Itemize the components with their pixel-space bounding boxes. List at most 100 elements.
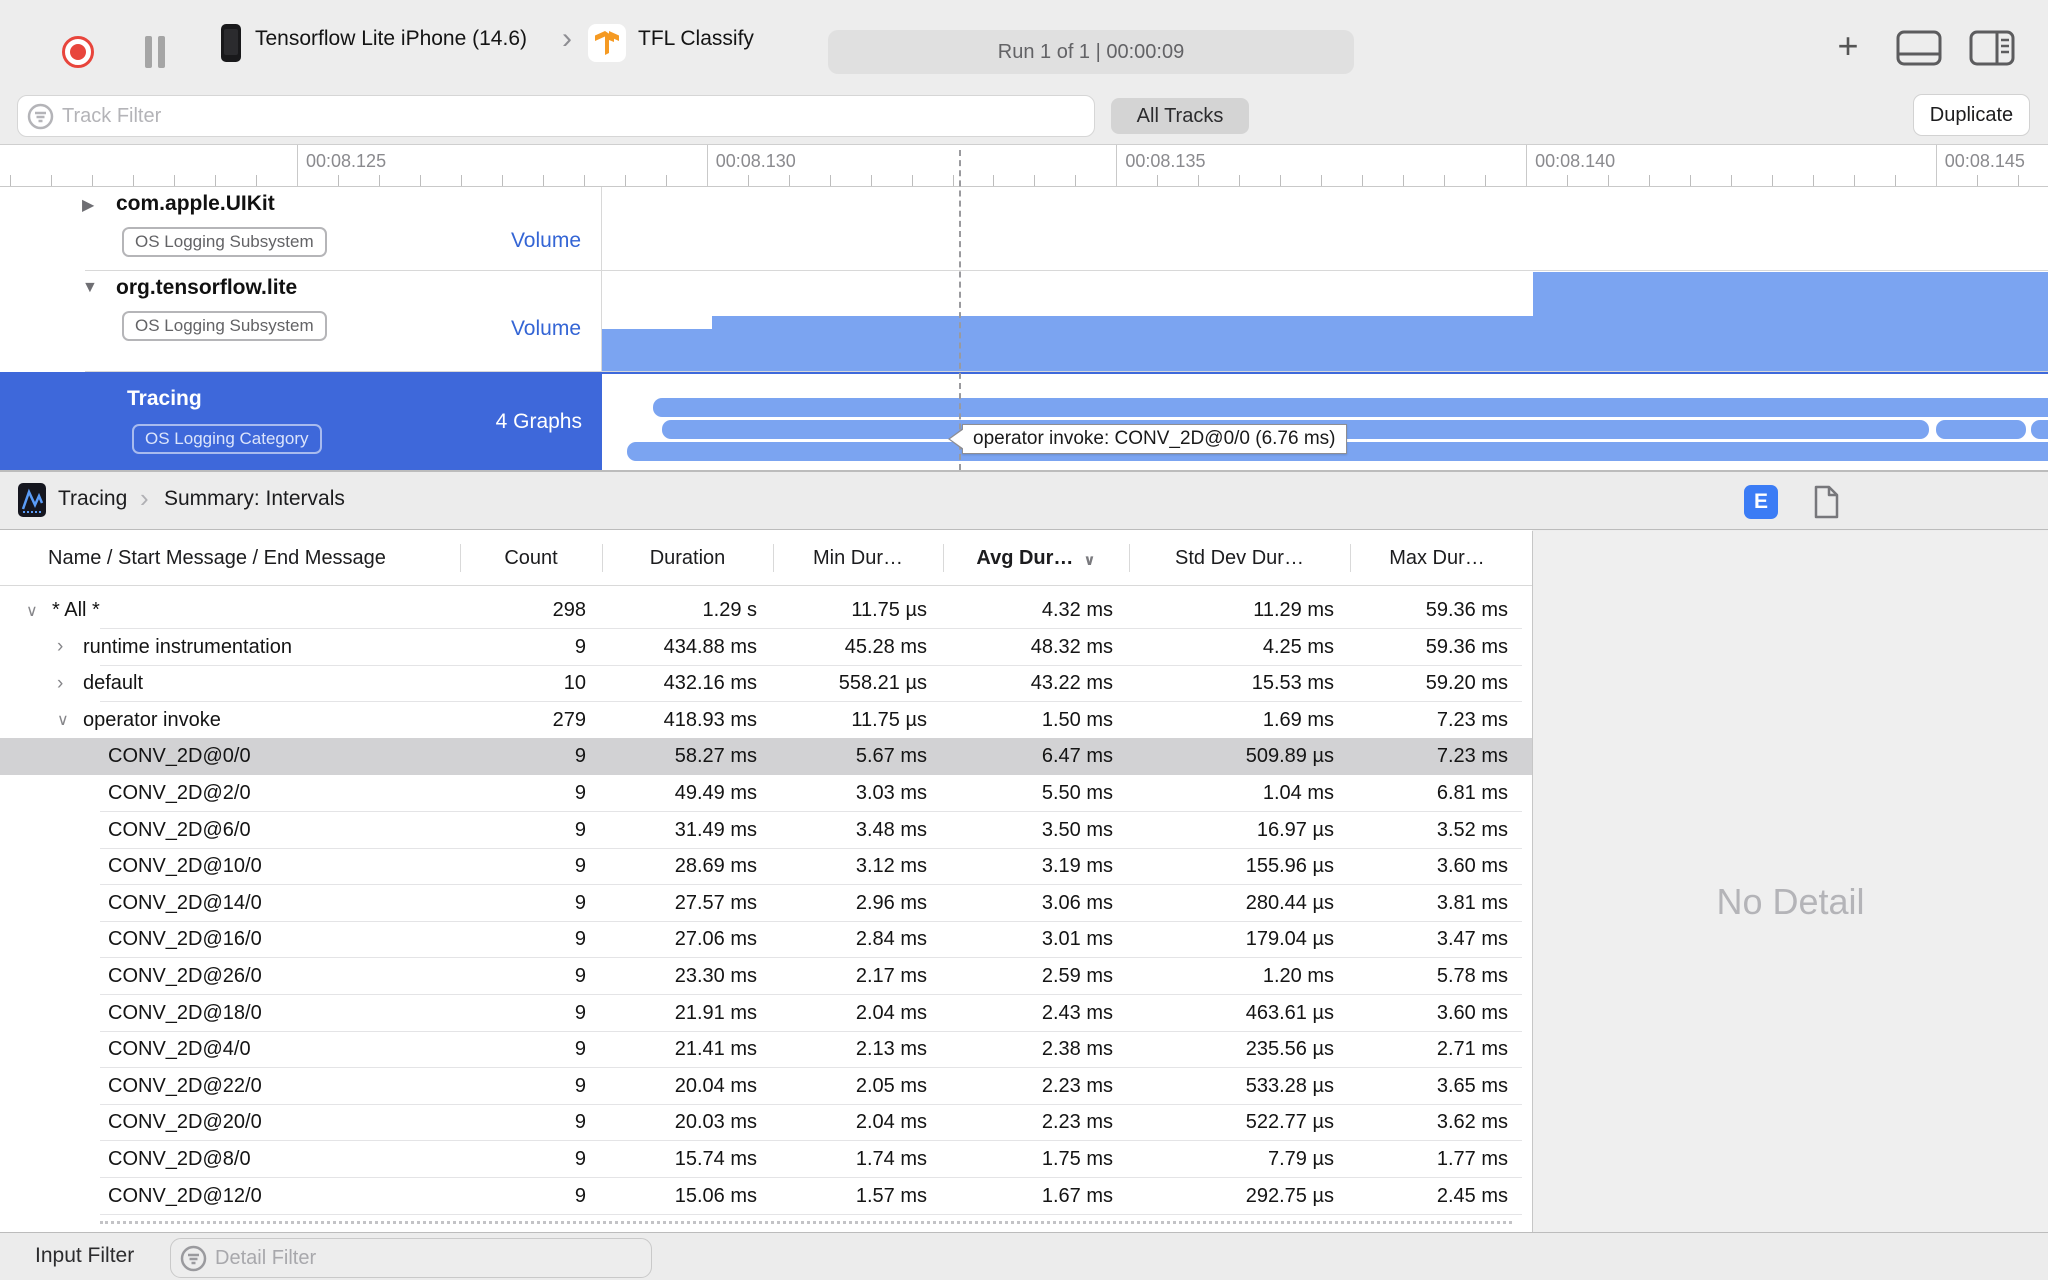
table-row[interactable]: CONV_2D@12/0 9 15.06 ms 1.57 ms 1.67 ms 292.7… (0, 1178, 1532, 1215)
row-disclosure-collapsed-icon[interactable]: › (57, 673, 83, 695)
table-row[interactable]: ∨ * All * 298 1.29 s 11.75 µs 4.32 ms 11.29 ms… (0, 592, 1532, 629)
row-max: 3.62 ms (1436, 1111, 1508, 1134)
detail-filter-input[interactable] (215, 1246, 595, 1270)
row-min: 5.67 ms (855, 745, 927, 768)
all-tracks-button[interactable]: All Tracks (1111, 98, 1249, 134)
document-inspector-icon[interactable] (1812, 484, 1840, 525)
intervals-summary-table: Name / Start Message / End Message Count… (0, 530, 1532, 1232)
add-instrument-button[interactable]: + (1830, 28, 1866, 66)
row-name: CONV_2D@4/0 (108, 1038, 251, 1061)
row-std: 4.25 ms (1262, 635, 1334, 658)
table-row[interactable]: CONV_2D@4/0 9 21.41 ms 2.13 ms 2.38 ms 235.56… (0, 1031, 1532, 1069)
column-header-min-dur[interactable]: Min Dur… (773, 530, 943, 586)
column-header-max-dur[interactable]: Max Dur… (1350, 530, 1524, 586)
row-duration: 20.04 ms (674, 1074, 757, 1097)
row-duration: 434.88 ms (663, 635, 757, 658)
row-disclosure-collapsed-icon[interactable]: › (57, 636, 83, 658)
disclosure-expanded-icon[interactable]: ▼ (82, 279, 98, 297)
column-header-name[interactable]: Name / Start Message / End Message (0, 530, 460, 586)
column-header-count[interactable]: Count (460, 530, 602, 586)
row-max: 59.36 ms (1425, 635, 1508, 658)
row-duration: 21.41 ms (674, 1038, 757, 1061)
row-std: 7.79 µs (1267, 1148, 1334, 1170)
target-process-selector[interactable]: TFL Classify (638, 27, 754, 51)
ruler-time-label: 00:08.130 (715, 151, 796, 171)
row-count: 9 (574, 1001, 586, 1024)
row-min: 2.17 ms (855, 965, 927, 987)
table-row[interactable]: CONV_2D@18/0 9 21.91 ms 2.04 ms 2.43 ms 463.6… (0, 995, 1532, 1032)
toggle-right-pane-button[interactable] (1969, 30, 2015, 71)
table-row[interactable]: CONV_2D@22/0 9 20.04 ms 2.05 ms 2.23 ms 533.2… (0, 1068, 1532, 1105)
table-row[interactable]: CONV_2D@6/0 9 31.49 ms 3.48 ms 3.50 ms 16.97 … (0, 812, 1532, 849)
extended-detail-badge[interactable]: E (1744, 485, 1778, 519)
pause-button[interactable] (143, 36, 169, 68)
interval-bar[interactable] (653, 398, 2048, 417)
row-name: default (83, 672, 144, 695)
row-min: 1.57 ms (855, 1184, 927, 1207)
row-std: 179.04 µs (1245, 928, 1334, 951)
tracing-graph-lane[interactable] (602, 372, 2048, 470)
input-filter-label[interactable]: Input Filter (35, 1244, 134, 1268)
row-min: 11.75 µs (851, 599, 927, 621)
row-max: 7.23 ms (1436, 708, 1508, 731)
duplicate-button[interactable]: Duplicate (1913, 94, 2030, 136)
table-row[interactable]: › default 10 432.16 ms 558.21 µs 43.22 ms 15.5… (0, 665, 1532, 703)
table-row[interactable]: CONV_2D@10/0 9 28.69 ms 3.12 ms 3.19 ms 155.9… (0, 848, 1532, 886)
column-header-std-dev-dur[interactable]: Std Dev Dur… (1129, 530, 1350, 586)
table-row[interactable]: CONV_2D@26/0 9 23.30 ms 2.17 ms 2.59 ms 1.20 … (0, 958, 1532, 995)
playhead-line[interactable] (959, 150, 961, 470)
interval-bar[interactable] (1936, 420, 2026, 439)
detail-filter-field[interactable] (170, 1238, 652, 1278)
row-max: 7.23 ms (1436, 745, 1508, 768)
row-duration: 418.93 ms (663, 708, 757, 731)
breadcrumb-instrument[interactable]: Tracing (58, 487, 127, 511)
table-row[interactable]: CONV_2D@16/0 9 27.06 ms 2.84 ms 3.01 ms 179.0… (0, 921, 1532, 959)
track-label-tracing[interactable]: Tracing OS Logging Category 4 Graphs (0, 372, 602, 470)
toolbar: Tensorflow Lite iPhone (14.6) › TFL Clas… (0, 0, 2048, 78)
row-max: 3.52 ms (1436, 818, 1508, 841)
track-filter-input[interactable] (62, 104, 1042, 128)
row-std: 15.53 ms (1251, 672, 1334, 695)
row-avg: 3.19 ms (1041, 855, 1113, 878)
table-row[interactable]: CONV_2D@20/0 9 20.03 ms 2.04 ms 2.23 ms 522.7… (0, 1104, 1532, 1142)
table-row[interactable]: ∨ operator invoke 279 418.93 ms 11.75 µs 1.50… (0, 702, 1532, 739)
row-disclosure-expanded-icon[interactable]: ∨ (57, 710, 83, 730)
toggle-bottom-pane-button[interactable] (1896, 30, 1942, 71)
table-row[interactable]: CONV_2D@14/0 9 27.57 ms 2.96 ms 3.06 ms 280.4… (0, 885, 1532, 922)
row-count: 298 (552, 599, 586, 621)
row-min: 2.05 ms (855, 1074, 927, 1097)
track-title: org.tensorflow.lite (116, 276, 298, 299)
column-header-avg-dur-sorted[interactable]: Avg Dur… ∨ (943, 530, 1129, 586)
record-button[interactable] (62, 36, 94, 68)
row-disclosure-expanded-icon[interactable]: ∨ (26, 601, 52, 621)
breadcrumb-summary-intervals[interactable]: Summary: Intervals (164, 487, 345, 511)
row-max: 3.60 ms (1436, 1001, 1508, 1024)
row-std: 1.69 ms (1262, 708, 1334, 731)
track-label-tensorflow-lite[interactable]: ▼ org.tensorflow.lite OS Logging Subsyst… (0, 271, 602, 372)
row-min: 2.96 ms (855, 891, 927, 914)
disclosure-collapsed-icon[interactable]: ▶ (82, 195, 94, 215)
track-label-uikit[interactable]: ▶ com.apple.UIKit OS Logging Subsystem V… (0, 187, 602, 271)
track-filter-field[interactable] (17, 95, 1095, 137)
row-max: 1.77 ms (1436, 1148, 1508, 1170)
row-duration: 20.03 ms (674, 1111, 757, 1134)
track-type-badge: OS Logging Subsystem (122, 227, 327, 257)
interval-bar[interactable] (2031, 420, 2048, 439)
table-row[interactable]: CONV_2D@2/0 9 49.49 ms 3.03 ms 5.50 ms 1.04 m… (0, 775, 1532, 812)
row-count: 9 (574, 1184, 586, 1207)
time-ruler[interactable]: 00:08.125 00:08.130 00:08.135 00:08.140 00:0… (0, 145, 2048, 187)
track-row-uikit[interactable]: ▶ com.apple.UIKit OS Logging Subsystem V… (0, 187, 2048, 271)
row-min: 3.48 ms (855, 818, 927, 841)
track-row-tensorflow-lite[interactable]: ▼ org.tensorflow.lite OS Logging Subsyst… (0, 271, 2048, 372)
row-std: 522.77 µs (1245, 1111, 1334, 1134)
instruments-window: Tensorflow Lite iPhone (14.6) › TFL Clas… (0, 0, 2048, 1280)
row-name: CONV_2D@26/0 (108, 965, 262, 987)
column-header-duration[interactable]: Duration (602, 530, 773, 586)
table-row[interactable]: › runtime instrumentation 9 434.88 ms 45.28 … (0, 629, 1532, 666)
track-row-tracing-selected[interactable]: Tracing OS Logging Category 4 Graphs (0, 372, 2048, 470)
row-min: 3.12 ms (855, 855, 927, 878)
table-row-selected[interactable]: CONV_2D@0/0 9 58.27 ms 5.67 ms 6.47 ms 509.89… (0, 738, 1532, 776)
table-row[interactable]: CONV_2D@8/0 9 15.74 ms 1.74 ms 1.75 ms 7.79 µ… (0, 1141, 1532, 1178)
row-avg: 6.47 ms (1041, 745, 1113, 768)
device-target-selector[interactable]: Tensorflow Lite iPhone (14.6) (255, 27, 527, 51)
